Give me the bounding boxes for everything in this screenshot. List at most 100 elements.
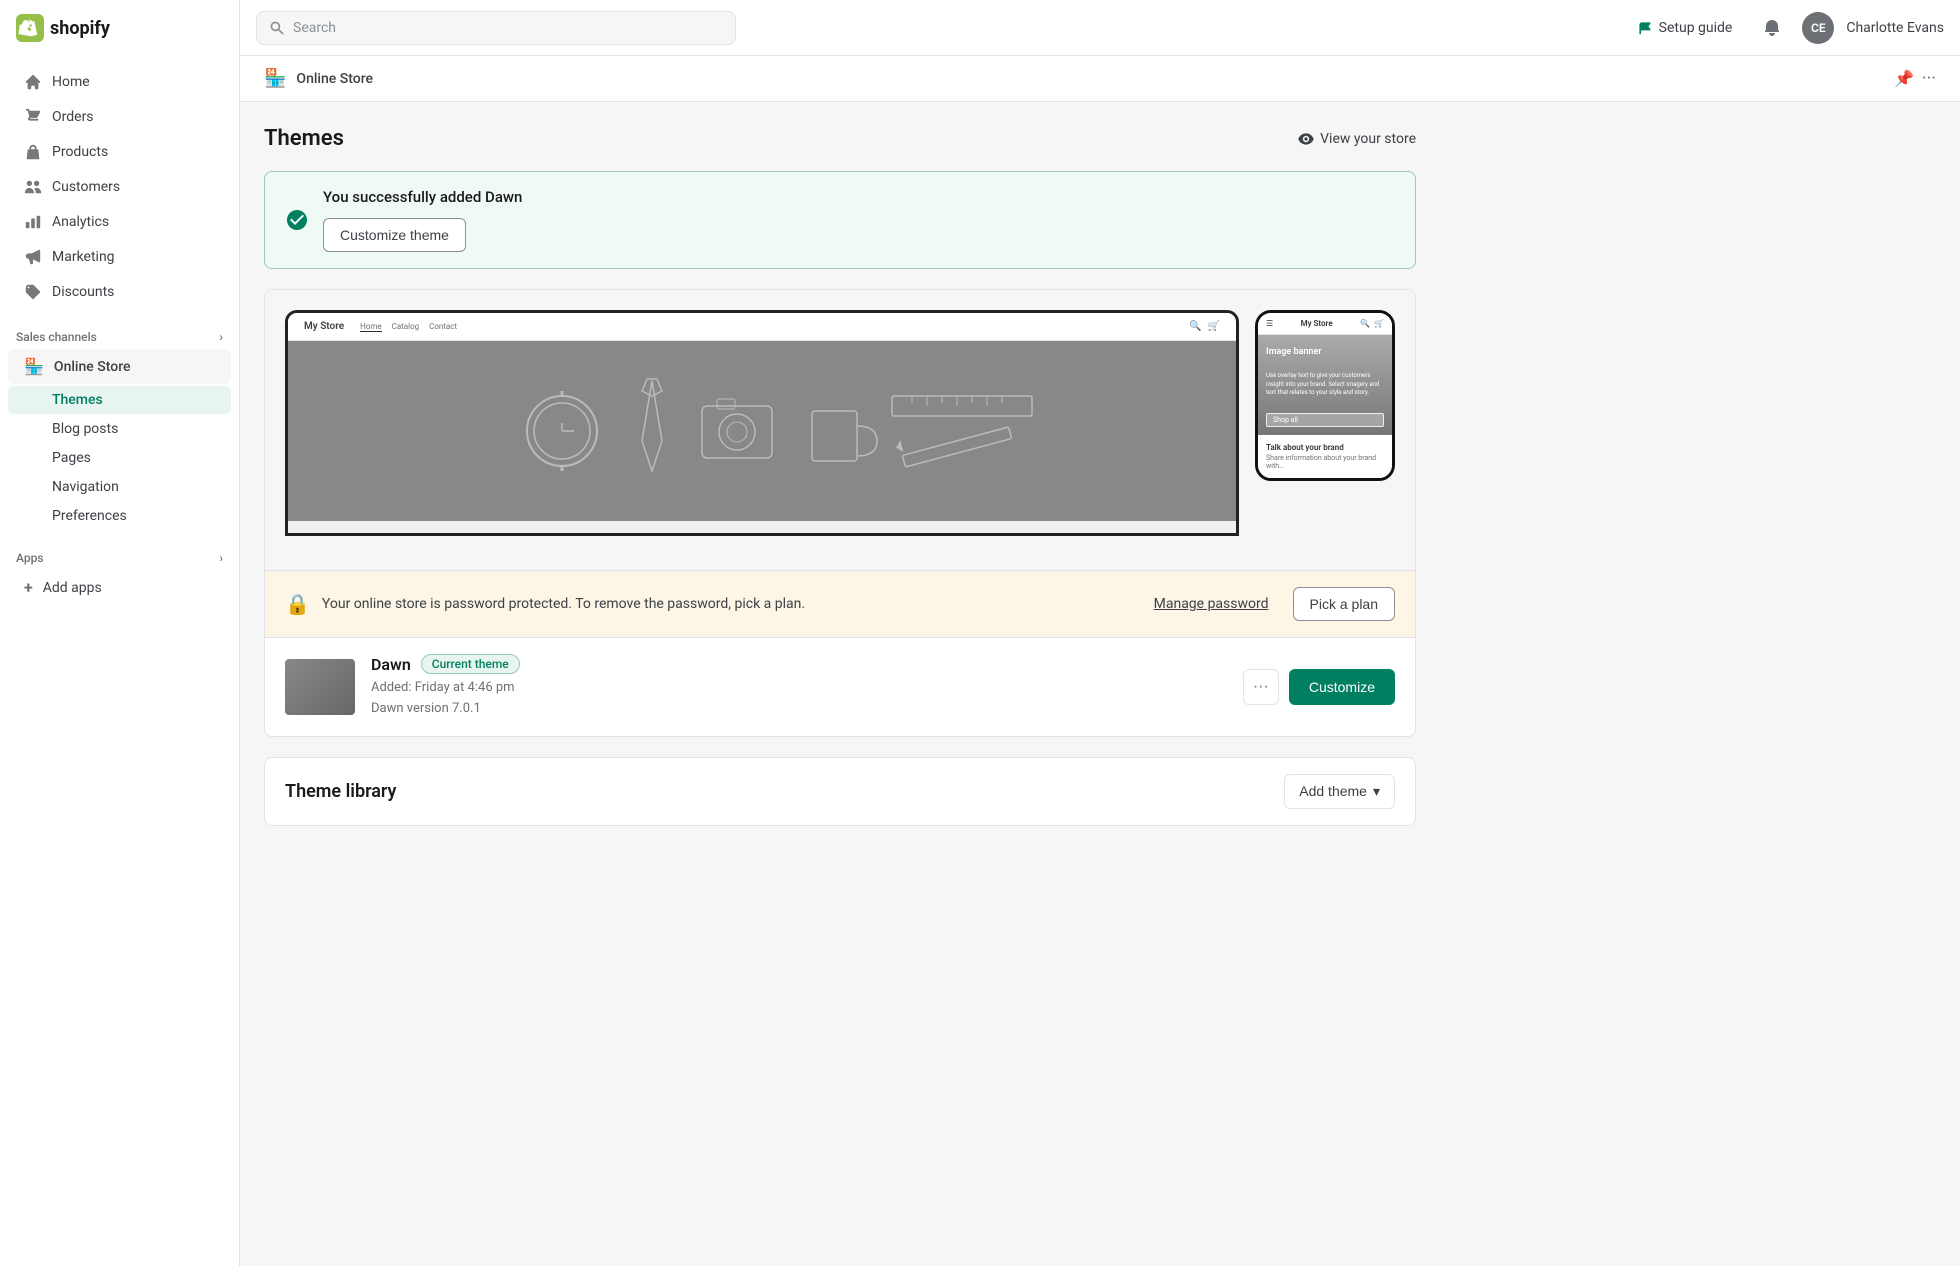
current-theme-badge: Current theme	[421, 654, 520, 674]
sidebar-item-blog-posts[interactable]: Blog posts	[8, 415, 231, 443]
mockup-desktop-nav-icons: 🔍 🛒	[1189, 321, 1220, 332]
mobile-nav-logo: My Store	[1301, 319, 1333, 328]
desktop-mockup: My Store Home Catalog Contact 🔍 🛒	[285, 310, 1239, 536]
themes-title-row: Themes View your store	[264, 126, 1416, 151]
setup-guide-button[interactable]: Setup guide	[1627, 14, 1743, 42]
themes-page: Themes View your store You successfully …	[240, 102, 1440, 850]
add-apps-icon: +	[24, 578, 33, 597]
header-more-icon[interactable]: ···	[1922, 68, 1936, 89]
theme-thumbnail-img	[285, 659, 355, 715]
mockup-cart-icon: 🛒	[1208, 321, 1220, 332]
page-header-bar-title: Online Store	[296, 71, 373, 87]
mobile-nav: ☰ My Store 🔍 🛒	[1258, 313, 1392, 335]
online-store-page-icon: 🏪	[264, 68, 286, 89]
mobile-hero-desc: Use overlay text to give your customers …	[1266, 372, 1384, 397]
user-name[interactable]: Charlotte Evans	[1846, 20, 1944, 36]
mobile-screen: ☰ My Store 🔍 🛒 Image banner Use overlay …	[1258, 313, 1392, 478]
bell-icon	[1762, 18, 1782, 38]
theme-thumbnail	[285, 659, 355, 715]
sidebar-item-marketing-label: Marketing	[52, 249, 115, 265]
theme-name: Dawn	[371, 655, 411, 674]
mockup-desktop-links: Home Catalog Contact	[360, 322, 457, 332]
sidebar-item-customers-label: Customers	[52, 179, 120, 195]
sidebar-item-products[interactable]: Products	[8, 135, 231, 169]
theme-version: Dawn version 7.0.1	[371, 699, 1227, 720]
sidebar-item-themes-label: Themes	[52, 392, 103, 408]
pick-plan-button[interactable]: Pick a plan	[1293, 587, 1395, 621]
current-theme-row: Dawn Current theme Added: Friday at 4:46…	[265, 637, 1415, 736]
mobile-cart-icon: 🛒	[1374, 319, 1384, 328]
search-bar[interactable]: Search	[256, 11, 736, 45]
mobile-nav-icons: 🔍 🛒	[1360, 319, 1384, 328]
sales-channels-chevron[interactable]: ›	[219, 330, 223, 344]
mockup-desktop-logo: My Store	[304, 321, 344, 332]
notifications-button[interactable]	[1754, 10, 1790, 46]
theme-library-title: Theme library	[285, 781, 396, 802]
sidebar-item-customers[interactable]: Customers	[8, 170, 231, 204]
sidebar-item-discounts[interactable]: Discounts	[8, 275, 231, 309]
apps-chevron[interactable]: ›	[219, 551, 223, 565]
sidebar-item-analytics[interactable]: Analytics	[8, 205, 231, 239]
theme-info: Dawn Current theme Added: Friday at 4:46…	[371, 654, 1227, 720]
sidebar-item-add-apps-label: Add apps	[43, 580, 102, 596]
mockup-hero-svg	[288, 341, 1236, 521]
mobile-hero: Image banner Use overlay text to give yo…	[1258, 335, 1392, 435]
mobile-hero-title: Image banner	[1266, 347, 1384, 357]
add-theme-button[interactable]: Add theme ▾	[1284, 774, 1395, 809]
themes-title: Themes	[264, 126, 344, 151]
sidebar-header: shopify	[0, 0, 239, 56]
theme-added: Added: Friday at 4:46 pm	[371, 678, 1227, 699]
sidebar-item-analytics-label: Analytics	[52, 214, 109, 230]
sidebar-item-add-apps[interactable]: + Add apps	[8, 570, 231, 605]
sidebar-item-marketing[interactable]: Marketing	[8, 240, 231, 274]
manage-password-link[interactable]: Manage password	[1154, 596, 1269, 612]
pin-icon[interactable]: 📌	[1894, 69, 1914, 88]
sidebar-item-online-store[interactable]: 🏪 Online Store	[8, 349, 231, 384]
mobile-brand-sub: Share information about your brand with.…	[1266, 454, 1384, 470]
mobile-search-icon: 🔍	[1360, 319, 1370, 328]
sidebar-item-preferences-label: Preferences	[52, 508, 127, 524]
sidebar-item-home[interactable]: Home	[8, 65, 231, 99]
setup-guide-label: Setup guide	[1659, 20, 1733, 36]
sales-channels-label: Sales channels	[16, 330, 97, 344]
add-theme-label: Add theme	[1299, 783, 1367, 799]
page-content: 🏪 Online Store 📌 ··· Themes View your st…	[240, 56, 1960, 1266]
avatar[interactable]: CE	[1802, 12, 1834, 44]
flag-icon	[1637, 20, 1653, 36]
sidebar: shopify Home Orders Products Customers A…	[0, 0, 240, 1266]
sidebar-item-orders-label: Orders	[52, 109, 94, 125]
theme-preview: My Store Home Catalog Contact 🔍 🛒	[265, 290, 1415, 570]
mockup-hero-sketch	[288, 341, 1236, 521]
view-store-link[interactable]: View your store	[1298, 131, 1416, 147]
sidebar-item-pages[interactable]: Pages	[8, 444, 231, 472]
mockup-desktop-nav: My Store Home Catalog Contact 🔍 🛒	[288, 313, 1236, 341]
shopify-logo[interactable]: shopify	[16, 14, 110, 42]
success-icon	[285, 208, 309, 232]
shopify-logo-text: shopify	[50, 18, 110, 39]
customize-theme-button[interactable]: Customize theme	[323, 218, 466, 252]
apps-label: Apps	[16, 551, 44, 565]
apps-section: Apps ›	[0, 539, 239, 569]
password-banner: 🔒 Your online store is password protecte…	[265, 570, 1415, 637]
sidebar-item-themes[interactable]: Themes	[8, 386, 231, 414]
theme-more-button[interactable]: ···	[1243, 669, 1279, 705]
mobile-hero-btn: Shop all	[1266, 413, 1384, 427]
sidebar-item-preferences[interactable]: Preferences	[8, 502, 231, 530]
topbar: Search Setup guide CE Charlotte Evans	[240, 0, 1960, 56]
page-header-bar: 🏪 Online Store 📌 ···	[240, 56, 1960, 102]
sidebar-item-navigation[interactable]: Navigation	[8, 473, 231, 501]
sales-channels-section: Sales channels ›	[0, 318, 239, 348]
sidebar-item-products-label: Products	[52, 144, 108, 160]
theme-card: My Store Home Catalog Contact 🔍 🛒	[264, 289, 1416, 737]
eye-icon	[1298, 131, 1314, 147]
sidebar-item-orders[interactable]: Orders	[8, 100, 231, 134]
mockup-nav-contact: Contact	[429, 322, 457, 332]
theme-library-card: Theme library Add theme ▾	[264, 757, 1416, 826]
sidebar-item-online-store-label: Online Store	[54, 359, 131, 375]
sidebar-nav: Home Orders Products Customers Analytics…	[0, 56, 239, 318]
sidebar-item-blog-posts-label: Blog posts	[52, 421, 118, 437]
avatar-initials: CE	[1811, 21, 1826, 35]
theme-actions: ··· Customize	[1243, 669, 1395, 705]
theme-customize-button[interactable]: Customize	[1289, 669, 1395, 705]
theme-library-header: Theme library Add theme ▾	[265, 758, 1415, 825]
